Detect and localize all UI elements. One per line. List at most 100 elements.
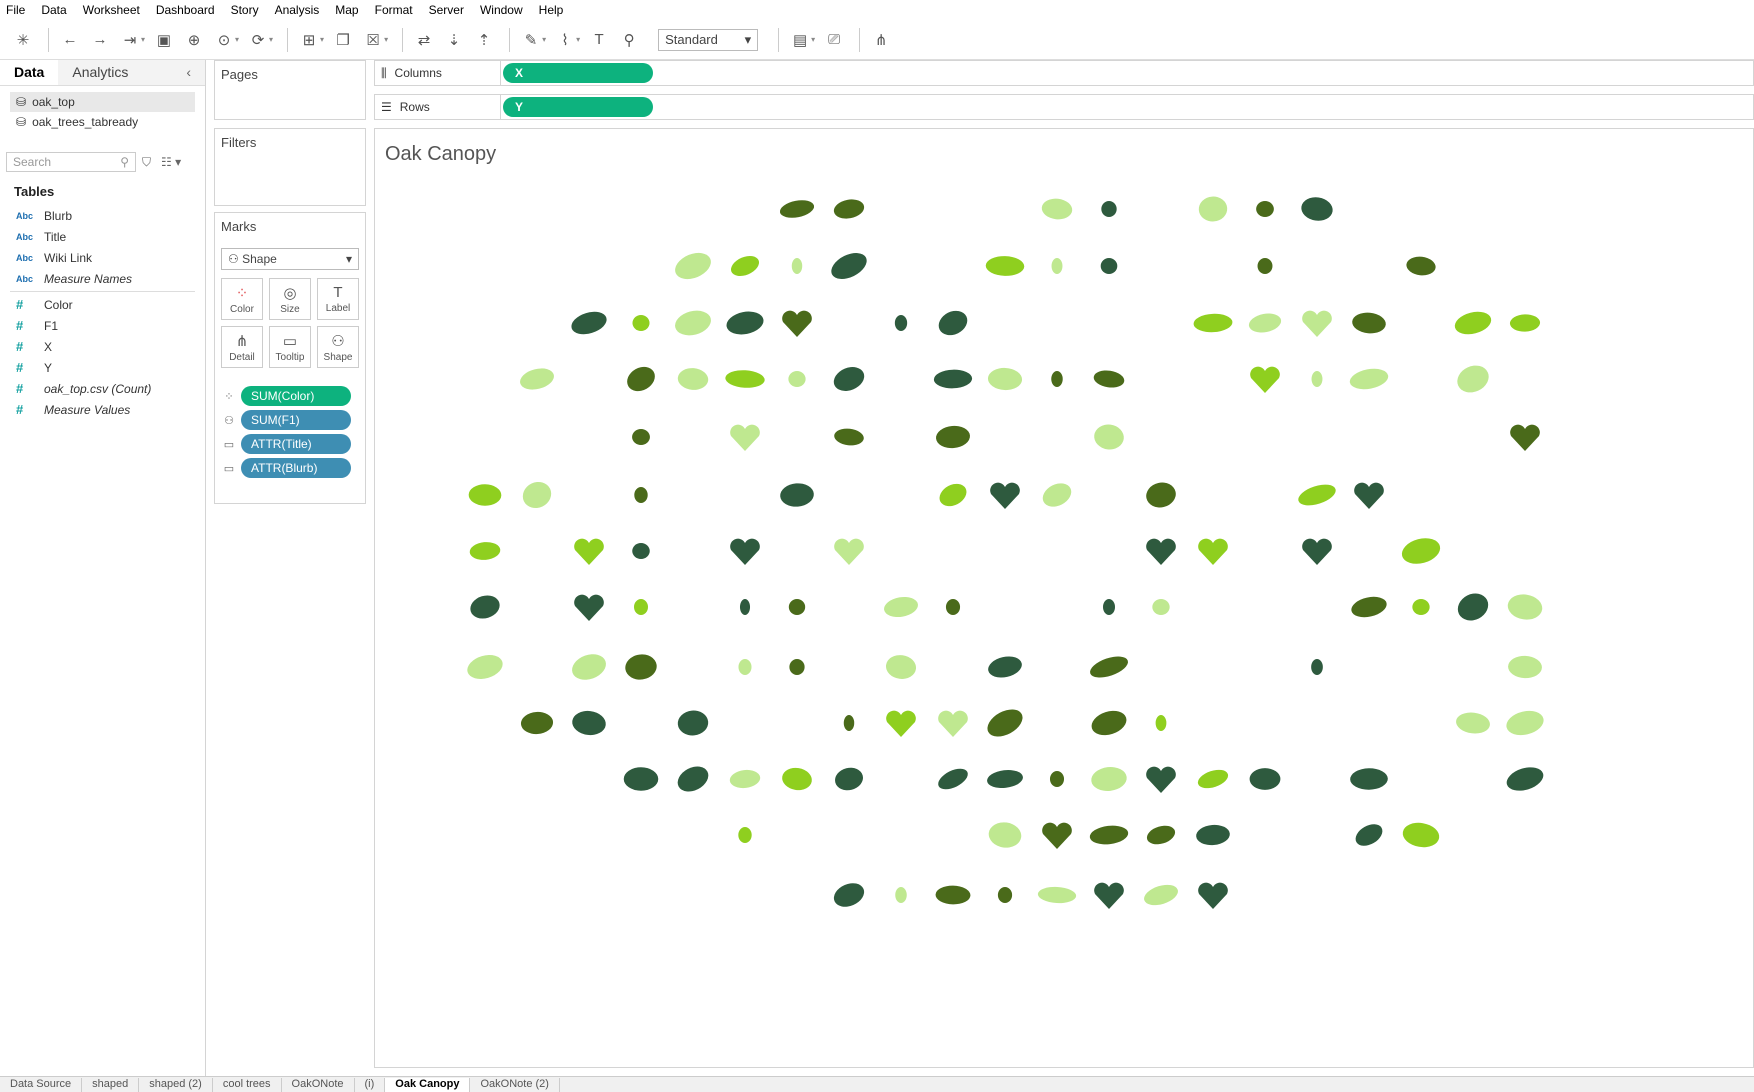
leaf-mark[interactable] xyxy=(832,197,865,221)
dropdown-icon[interactable]: ▾ xyxy=(269,35,273,44)
leaf-mark[interactable] xyxy=(1350,768,1388,790)
leaf-mark[interactable] xyxy=(986,653,1024,680)
pause-updates-icon[interactable]: ⊙ xyxy=(211,27,237,53)
leaf-mark[interactable] xyxy=(1090,765,1128,793)
dropdown-icon[interactable]: ▾ xyxy=(320,35,324,44)
leaf-mark[interactable] xyxy=(1196,766,1231,791)
sheet-tab[interactable]: shaped xyxy=(82,1078,140,1092)
leaf-mark[interactable] xyxy=(1405,255,1436,277)
pin-icon[interactable]: ⚲ xyxy=(616,27,642,53)
duplicate-icon[interactable]: ❐ xyxy=(330,27,356,53)
leaf-mark[interactable] xyxy=(827,248,871,285)
leaf-mark[interactable] xyxy=(1142,881,1181,909)
sheet-tab[interactable]: Data Source xyxy=(0,1078,83,1092)
leaf-mark[interactable] xyxy=(1041,197,1074,221)
leaf-mark[interactable] xyxy=(677,709,710,737)
measure-field[interactable]: # oak_top.csv (Count) xyxy=(0,378,205,399)
rows-shelf[interactable]: ☰ Rows Y xyxy=(374,94,1754,120)
filter-icon[interactable]: ⛉ xyxy=(142,155,151,170)
menu-item-dashboard[interactable]: Dashboard xyxy=(156,3,215,17)
dot-mark[interactable] xyxy=(1412,599,1430,615)
leaf-mark[interactable] xyxy=(778,198,815,221)
leaf-mark[interactable] xyxy=(520,711,554,735)
heart-mark[interactable] xyxy=(1354,482,1384,509)
presentation-mode-icon[interactable]: ⎚ xyxy=(821,27,847,53)
dot-mark[interactable] xyxy=(1051,371,1063,387)
dot-mark[interactable] xyxy=(738,827,752,843)
dot-mark[interactable] xyxy=(895,887,907,903)
clear-sheet-icon[interactable]: ☒ xyxy=(360,27,386,53)
leaf-mark[interactable] xyxy=(468,484,502,506)
color-button[interactable]: ⁘ Color xyxy=(221,278,263,320)
save-icon[interactable]: ▣ xyxy=(151,27,177,53)
dot-mark[interactable] xyxy=(843,715,855,731)
heart-mark[interactable] xyxy=(730,538,760,565)
leaf-mark[interactable] xyxy=(987,367,1023,391)
columns-pill[interactable]: X xyxy=(503,63,653,83)
leaf-mark[interactable] xyxy=(830,363,868,396)
oak-canopy-viz[interactable] xyxy=(375,129,1753,1067)
dot-mark[interactable] xyxy=(894,315,908,331)
heart-mark[interactable] xyxy=(1094,882,1124,909)
leaf-mark[interactable] xyxy=(1247,311,1282,335)
sheet-tab[interactable]: shaped (2) xyxy=(139,1078,213,1092)
dot-mark[interactable] xyxy=(1102,599,1116,615)
measure-field[interactable]: # Measure Values xyxy=(0,399,205,420)
dot-mark[interactable] xyxy=(1311,659,1323,675)
new-worksheet-icon[interactable]: ⊞ xyxy=(296,27,322,53)
leaf-mark[interactable] xyxy=(933,369,973,389)
heart-mark[interactable] xyxy=(574,594,604,621)
dot-mark[interactable] xyxy=(1051,258,1063,274)
leaf-mark[interactable] xyxy=(987,820,1023,849)
heart-mark[interactable] xyxy=(1250,366,1280,393)
leaf-mark[interactable] xyxy=(1039,479,1075,511)
leaf-mark[interactable] xyxy=(468,592,503,622)
heart-mark[interactable] xyxy=(730,424,760,451)
leaf-mark[interactable] xyxy=(671,248,715,284)
dot-mark[interactable] xyxy=(739,599,751,615)
dot-mark[interactable] xyxy=(632,315,650,331)
new-datasource-icon[interactable]: ⊕ xyxy=(181,27,207,53)
datasource-item[interactable]: ⛁ oak_top xyxy=(10,92,195,112)
mark-pill[interactable]: ATTR(Blurb) xyxy=(241,458,351,478)
group-icon[interactable]: ⌇ xyxy=(552,27,578,53)
heart-mark[interactable] xyxy=(990,482,1020,509)
leaf-mark[interactable] xyxy=(833,427,864,447)
dot-mark[interactable] xyxy=(1049,771,1065,787)
dimension-field[interactable]: Abc Blurb xyxy=(0,205,205,226)
heart-mark[interactable] xyxy=(1302,310,1332,337)
tab-analytics[interactable]: Analytics ‹ xyxy=(58,60,205,85)
dot-mark[interactable] xyxy=(1152,599,1170,615)
shape-button[interactable]: ⚇ Shape xyxy=(317,326,359,368)
pages-card[interactable]: Pages xyxy=(214,60,366,120)
leaf-mark[interactable] xyxy=(1296,481,1338,510)
leaf-mark[interactable] xyxy=(935,306,972,340)
view-options-icon[interactable]: ☷ ▾ xyxy=(161,155,181,169)
leaf-mark[interactable] xyxy=(1093,423,1126,451)
highlight-icon[interactable]: ✎ xyxy=(518,27,544,53)
sheet-tab[interactable]: (i) xyxy=(355,1078,386,1092)
leaf-mark[interactable] xyxy=(728,252,762,280)
show-labels-icon[interactable]: T xyxy=(586,27,612,53)
columns-shelf[interactable]: ⫼ Columns X xyxy=(374,60,1754,86)
heart-mark[interactable] xyxy=(1042,822,1072,849)
measure-field[interactable]: # Color xyxy=(0,294,205,315)
heart-mark[interactable] xyxy=(782,310,812,337)
sort-descending-icon[interactable]: ⇡ xyxy=(471,27,497,53)
leaf-mark[interactable] xyxy=(935,764,971,793)
dot-mark[interactable] xyxy=(1311,371,1323,387)
filters-card[interactable]: Filters xyxy=(214,128,366,206)
undo-icon[interactable]: ← xyxy=(57,27,83,53)
menu-item-data[interactable]: Data xyxy=(41,3,66,17)
mark-pill[interactable]: SUM(F1) xyxy=(241,410,351,430)
leaf-mark[interactable] xyxy=(569,650,610,684)
menu-item-server[interactable]: Server xyxy=(429,3,464,17)
menu-item-file[interactable]: File xyxy=(6,3,25,17)
redo-icon[interactable]: → xyxy=(87,27,113,53)
menu-item-help[interactable]: Help xyxy=(539,3,564,17)
leaf-mark[interactable] xyxy=(935,425,971,450)
dropdown-icon[interactable]: ▾ xyxy=(576,35,580,44)
dot-mark[interactable] xyxy=(634,599,648,615)
detail-button[interactable]: ⋔ Detail xyxy=(221,326,263,368)
heart-mark[interactable] xyxy=(1198,538,1228,565)
